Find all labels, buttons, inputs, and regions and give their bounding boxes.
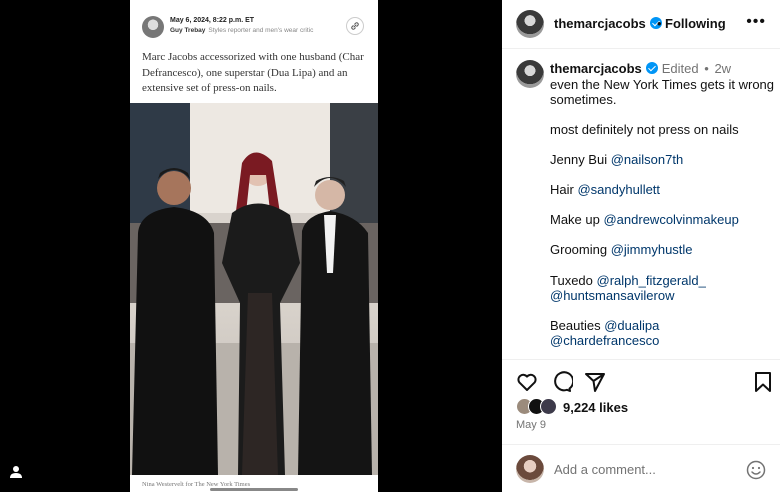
caption-line: Jenny Bui @nailson7th [550, 152, 683, 167]
header-separator: • [657, 16, 662, 31]
caption-line: Beauties @dualipa [550, 318, 659, 333]
verified-badge-icon [645, 62, 658, 74]
avatar [516, 455, 544, 483]
emoji-icon[interactable] [746, 460, 766, 480]
comment-input[interactable] [554, 462, 734, 477]
caption-time[interactable]: 2w [714, 61, 731, 76]
mention-link[interactable]: @sandyhullett [577, 182, 660, 197]
post-header: themarcjacobs • Following ••• [502, 0, 780, 49]
caption-line: Grooming @jimmyhustle [550, 242, 693, 257]
article-author-name: Guy Trebay [170, 27, 206, 34]
caption-dot: • [704, 61, 709, 76]
more-options-icon[interactable]: ••• [746, 13, 766, 31]
caption-text: sometimes. [550, 92, 617, 107]
caption-line: Hair @sandyhullett [550, 182, 660, 197]
header-username-text[interactable]: themarcjacobs [554, 16, 646, 31]
mention-link[interactable]: @andrewcolvinmakeup [603, 212, 738, 227]
heart-icon[interactable] [515, 370, 539, 394]
header-username[interactable]: themarcjacobs [554, 16, 662, 31]
mention-link[interactable]: @dualipa [604, 318, 659, 333]
avatar[interactable] [516, 10, 544, 38]
credit-role: Grooming [550, 242, 611, 257]
liker-avatar[interactable] [540, 398, 557, 415]
photo-caption: Nina Westervelt for The New York Times [142, 481, 251, 488]
comments-section[interactable]: themarcjacobs Edited • 2w even the New Yo… [502, 50, 780, 360]
instagram-post-modal: May 6, 2024, 8:22 p.m. ET Guy Trebay Styl… [0, 0, 780, 492]
author-photo [142, 16, 164, 38]
credit-role: Hair [550, 182, 578, 197]
user-tag-icon[interactable] [8, 465, 24, 479]
caption-line: sometimes. [550, 92, 616, 107]
likes-row: 9,224 likes [516, 398, 776, 416]
likes-count[interactable]: 9,224 likes [563, 400, 628, 415]
share-icon[interactable] [583, 370, 607, 394]
article-screenshot: May 6, 2024, 8:22 p.m. ET Guy Trebay Styl… [130, 0, 378, 492]
article-byline: May 6, 2024, 8:22 p.m. ET Guy Trebay Styl… [142, 14, 366, 42]
add-comment-row [502, 444, 780, 492]
following-button[interactable]: Following [665, 16, 726, 31]
mention-link[interactable]: @chardefrancesco [550, 333, 659, 348]
mention-link[interactable]: @ralph_fitzgerald_ [597, 273, 706, 288]
post-date[interactable]: May 9 [516, 419, 546, 431]
bookmark-icon[interactable] [751, 370, 775, 394]
avatar[interactable] [516, 60, 544, 88]
post-panel: themarcjacobs • Following ••• themarcjac… [502, 0, 780, 492]
article-author-role: Styles reporter and men's wear critic [208, 27, 314, 34]
caption-line: @huntsmansavilerow [550, 288, 674, 303]
article-date: May 6, 2024, 8:22 p.m. ET [170, 17, 255, 24]
caption-line: @chardefrancesco [550, 333, 659, 348]
credit-role: Beauties [550, 318, 605, 333]
credit-role: Jenny Bui [550, 152, 611, 167]
caption-text: most definitely not press on nails [550, 122, 739, 137]
article-text: Marc Jacobs accessorized with one husban… [142, 51, 364, 94]
caption-line: Make up @andrewcolvinmakeup [550, 212, 739, 227]
post-media[interactable]: May 6, 2024, 8:22 p.m. ET Guy Trebay Styl… [0, 0, 502, 492]
caption-text: even the New York Times gets it wrong [550, 77, 775, 92]
credit-role: Make up [550, 212, 604, 227]
mention-link[interactable]: @nailson7th [611, 152, 683, 167]
action-bar [502, 370, 780, 394]
article-author: Guy Trebay Styles reporter and men's wear… [170, 27, 313, 34]
mention-link[interactable]: @huntsmansavilerow [550, 288, 674, 303]
red-carpet-photo [130, 103, 378, 475]
caption-username[interactable]: themarcjacobs [550, 61, 642, 76]
caption-header: themarcjacobs Edited • 2w [550, 61, 731, 76]
link-icon [346, 17, 364, 35]
media-scrollbar[interactable] [210, 488, 298, 491]
mention-link[interactable]: @jimmyhustle [611, 242, 693, 257]
caption-line: most definitely not press on nails [550, 122, 739, 137]
comment-icon[interactable] [549, 370, 575, 394]
caption-line: even the New York Times gets it wrong [550, 77, 774, 92]
edited-label: Edited [661, 61, 699, 76]
caption-line: Tuxedo @ralph_fitzgerald_ [550, 273, 706, 288]
credit-role: Tuxedo [550, 273, 597, 288]
